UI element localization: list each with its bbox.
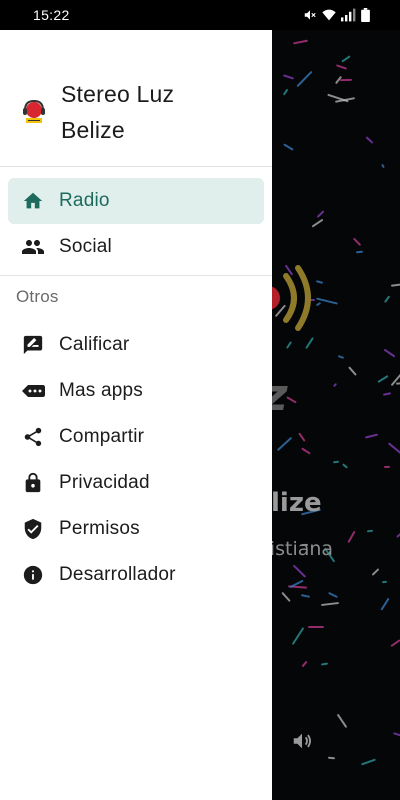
star-streak xyxy=(382,581,388,584)
star-streak xyxy=(307,625,324,628)
star-streak xyxy=(300,593,311,598)
menu-item-label: Mas apps xyxy=(59,380,143,401)
star-streak xyxy=(382,392,391,396)
more-apps-icon xyxy=(21,379,45,403)
menu-item-privacidad[interactable]: Privacidad xyxy=(8,460,264,506)
star-streak xyxy=(371,567,380,576)
star-streak xyxy=(395,381,400,385)
drawer-header: Stereo Luz Belize xyxy=(0,30,272,166)
star-streak xyxy=(276,436,292,451)
menu-item-label: Compartir xyxy=(59,426,145,447)
star-streak xyxy=(292,564,307,578)
star-streak xyxy=(320,601,340,607)
star-streak xyxy=(283,143,294,151)
star-streak xyxy=(280,591,291,603)
people-icon xyxy=(21,235,45,259)
menu-item-label: Social xyxy=(59,236,112,257)
star-streak xyxy=(391,282,400,287)
star-streak xyxy=(388,442,400,458)
star-streak xyxy=(332,382,338,388)
star-streak xyxy=(347,530,356,543)
shield-check-icon xyxy=(21,517,45,541)
star-streak xyxy=(395,532,400,539)
menu-item-permisos[interactable]: Permisos xyxy=(8,506,264,552)
star-streak xyxy=(298,432,306,442)
star-streak xyxy=(321,662,329,666)
menu-item-calificar[interactable]: Calificar xyxy=(8,322,264,368)
star-streak xyxy=(383,466,390,469)
menu-item-label: Desarrollador xyxy=(59,564,176,585)
star-streak xyxy=(333,460,340,463)
star-streak xyxy=(337,355,345,360)
star-streak xyxy=(291,626,304,645)
star-streak xyxy=(296,70,313,87)
star-streak xyxy=(336,64,348,71)
rate-review-icon xyxy=(21,333,45,357)
star-streak xyxy=(341,55,351,63)
section-title-otros: Otros xyxy=(16,287,59,306)
menu-item-social[interactable]: Social xyxy=(8,224,264,270)
share-icon xyxy=(21,425,45,449)
star-streak xyxy=(337,713,348,729)
star-streak xyxy=(305,336,315,349)
star-streak xyxy=(352,237,362,247)
star-streak xyxy=(341,463,348,470)
star-streak xyxy=(301,660,308,668)
star-streak xyxy=(377,375,389,384)
lock-icon xyxy=(21,471,45,495)
status-bar: 15:22 xyxy=(0,0,400,30)
star-streak xyxy=(301,447,311,455)
star-streak xyxy=(283,88,289,96)
menu-item-label: Privacidad xyxy=(59,472,150,493)
menu-item-radio[interactable]: Radio xyxy=(8,178,264,224)
status-time: 15:22 xyxy=(33,7,70,23)
star-streak xyxy=(348,365,357,376)
star-streak xyxy=(380,597,390,611)
star-streak xyxy=(383,295,391,304)
info-icon xyxy=(21,563,45,587)
star-streak xyxy=(283,74,295,80)
menu-item-label: Radio xyxy=(59,190,110,211)
star-streak xyxy=(286,340,293,349)
menu-item-mas-apps[interactable]: Mas apps xyxy=(8,368,264,414)
star-streak xyxy=(393,732,400,740)
star-streak xyxy=(292,39,308,45)
star-streak xyxy=(317,209,326,218)
star-streak xyxy=(339,79,352,82)
menu-item-compartir[interactable]: Compartir xyxy=(8,414,264,460)
battery-icon xyxy=(361,8,370,22)
star-streak xyxy=(383,348,396,358)
radio-logo-icon xyxy=(23,99,45,123)
star-streak xyxy=(311,218,324,228)
star-streak xyxy=(327,756,335,760)
station-title: lize xyxy=(271,488,322,518)
star-streak xyxy=(381,164,386,169)
home-icon xyxy=(21,189,45,213)
signal-icon xyxy=(341,8,356,22)
star-streak xyxy=(360,758,376,766)
menu-item-desarrollador[interactable]: Desarrollador xyxy=(8,552,264,598)
menu-item-label: Permisos xyxy=(59,518,140,539)
star-streak xyxy=(366,529,374,532)
star-streak xyxy=(390,638,400,648)
volume-icon[interactable] xyxy=(291,730,313,752)
star-streak xyxy=(355,250,364,254)
menu-item-label: Calificar xyxy=(59,334,130,355)
star-streak xyxy=(364,433,379,440)
star-streak xyxy=(328,592,339,599)
station-subtitle: ristiana xyxy=(262,538,334,560)
star-streak xyxy=(365,136,374,144)
status-icons xyxy=(303,8,370,22)
mute-icon xyxy=(304,10,316,20)
wifi-icon xyxy=(322,9,336,21)
navigation-drawer: Stereo Luz Belize Radio Social Otros Cal… xyxy=(0,30,272,800)
app-name: Stereo Luz Belize xyxy=(61,81,175,143)
